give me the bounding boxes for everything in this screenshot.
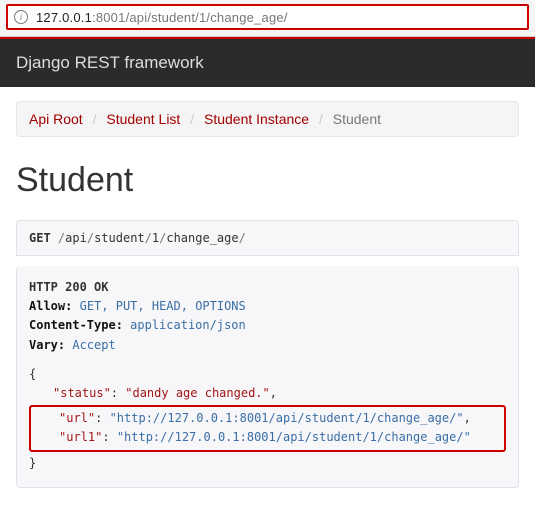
url-host: 127.0.0.1 [36,10,92,25]
breadcrumb-link-api-root[interactable]: Api Root [29,111,83,127]
breadcrumb-sep: / [184,111,200,127]
url-port: :8001 [92,10,126,25]
header-allow: Allow: GET, PUT, HEAD, OPTIONS [29,297,506,316]
breadcrumb-sep: / [87,111,103,127]
highlight-box: "url": "http://127.0.0.1:8001/api/studen… [29,405,506,451]
breadcrumb: Api Root / Student List / Student Instan… [16,101,519,137]
header-content-type: Content-Type: application/json [29,316,506,335]
json-line-status: "status": "dandy age changed.", [29,384,506,403]
breadcrumb-link-student-instance[interactable]: Student Instance [204,111,309,127]
info-icon: i [14,10,28,24]
json-line-url: "url": "http://127.0.0.1:8001/api/studen… [35,409,500,428]
json-line-url1: "url1": "http://127.0.0.1:8001/api/stude… [35,428,500,447]
breadcrumb-sep: / [313,111,329,127]
page-title: Student [16,161,519,200]
breadcrumb-link-student-list[interactable]: Student List [106,111,180,127]
main-content: Api Root / Student List / Student Instan… [0,87,535,518]
http-path: /api/student/1/change_age/ [58,231,246,245]
json-open-brace: { [29,365,506,384]
status-line: HTTP 200 OK [29,278,506,297]
json-body: { "status": "dandy age changed.", "url":… [29,365,506,473]
url-path: /api/student/1/change_age/ [126,10,288,25]
header-vary: Vary: Accept [29,336,506,355]
json-close-brace: } [29,454,506,473]
breadcrumb-active: Student [333,111,381,127]
url-text: 127.0.0.1:8001/api/student/1/change_age/ [36,10,288,25]
response-block: HTTP 200 OK Allow: GET, PUT, HEAD, OPTIO… [16,266,519,488]
brand-label: Django REST framework [16,53,204,72]
browser-chrome: i 127.0.0.1:8001/api/student/1/change_ag… [0,0,535,37]
url-bar[interactable]: i 127.0.0.1:8001/api/student/1/change_ag… [6,4,529,30]
app-header: Django REST framework [0,37,535,87]
request-line: GET /api/student/1/change_age/ [16,220,519,256]
http-method: GET [29,231,51,245]
